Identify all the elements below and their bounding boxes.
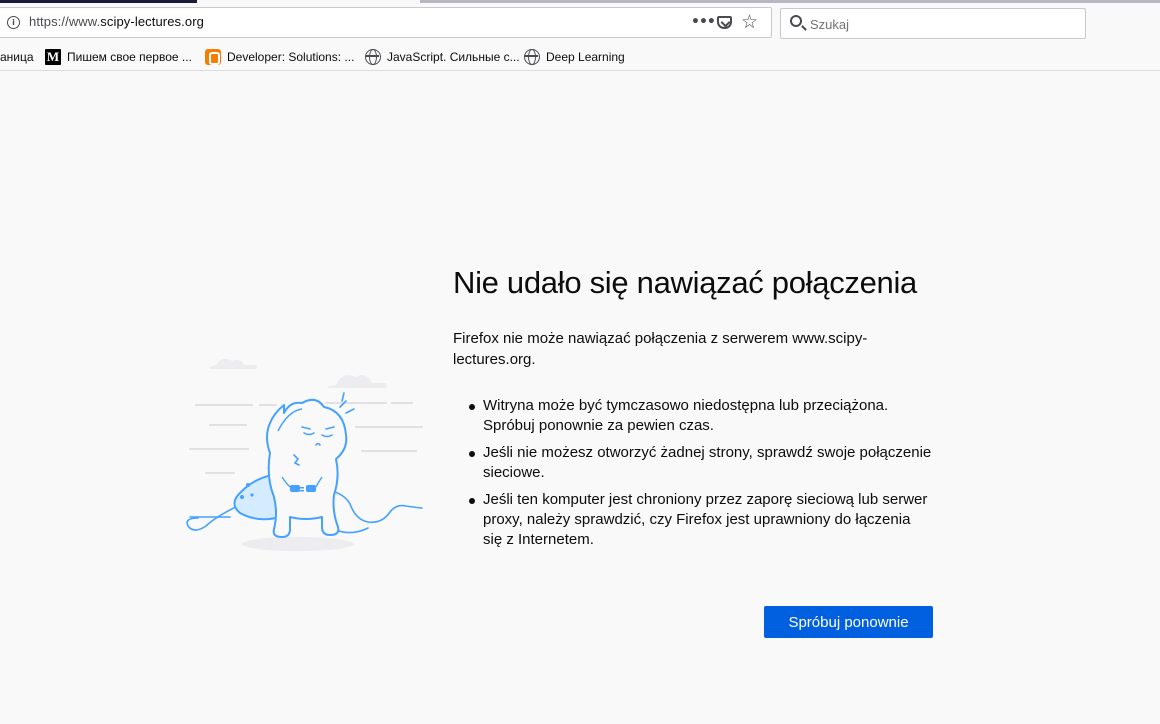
pocket-icon[interactable] — [717, 16, 732, 29]
unplugged-dinosaur-illustration — [186, 358, 423, 551]
bookmark-item[interactable]: аница — [0, 49, 34, 67]
search-icon[interactable] — [790, 15, 802, 27]
globe-icon — [365, 49, 381, 65]
bookmark-item[interactable]: Developer: Solutions: ... — [205, 49, 354, 67]
error-title: Nie udało się nawiązać połączenia — [453, 265, 918, 300]
error-reason-item: Witryna może być tymczasowo niedostępna … — [467, 396, 933, 436]
bookmark-label: Deep Learning — [546, 50, 625, 64]
medium-icon: M — [45, 49, 61, 65]
bookmarks-toolbar: аница M Пишем свое первое ... Developer: … — [0, 43, 1160, 71]
bookmark-label: JavaScript. Сильные с... — [387, 50, 520, 64]
error-reason-item: Jeśli ten komputer jest chroniony przez … — [467, 490, 933, 550]
error-description: Firefox nie może nawiązać połączenia z s… — [453, 330, 868, 368]
navigation-toolbar: i https://www.scipy-lectures.org ••• ☆ — [0, 3, 1160, 43]
error-content: Nie udało się nawiązać połączenia Firefo… — [453, 262, 933, 557]
try-again-button[interactable]: Spróbuj ponownie — [764, 606, 933, 638]
bookmark-label: аница — [0, 50, 34, 64]
page-actions-menu-icon[interactable]: ••• — [691, 13, 716, 31]
url-bar[interactable]: i https://www.scipy-lectures.org ••• ☆ — [0, 7, 772, 38]
site-info-icon[interactable]: i — [7, 16, 20, 29]
blogger-icon — [205, 49, 221, 65]
url-host: scipy-lectures.org — [100, 14, 204, 29]
search-bar[interactable] — [780, 8, 1086, 39]
bookmark-star-icon[interactable]: ☆ — [741, 11, 758, 33]
error-reasons-list: Witryna może być tymczasowo niedostępna … — [467, 396, 933, 550]
bookmark-item[interactable]: Deep Learning — [524, 49, 625, 67]
bookmark-item[interactable]: JavaScript. Сильные с... — [365, 49, 520, 67]
bookmark-label: Developer: Solutions: ... — [227, 50, 355, 64]
url-prefix: https://www. — [29, 14, 101, 29]
url-text[interactable]: https://www.scipy-lectures.org — [29, 14, 204, 29]
error-reason-item: Jeśli nie możesz otworzyć żadnej strony,… — [467, 443, 933, 483]
globe-icon — [524, 49, 540, 65]
search-input[interactable] — [810, 14, 1070, 34]
bookmark-item[interactable]: M Пишем свое первое ... — [45, 49, 192, 67]
bookmark-label: Пишем свое первое ... — [67, 50, 192, 64]
